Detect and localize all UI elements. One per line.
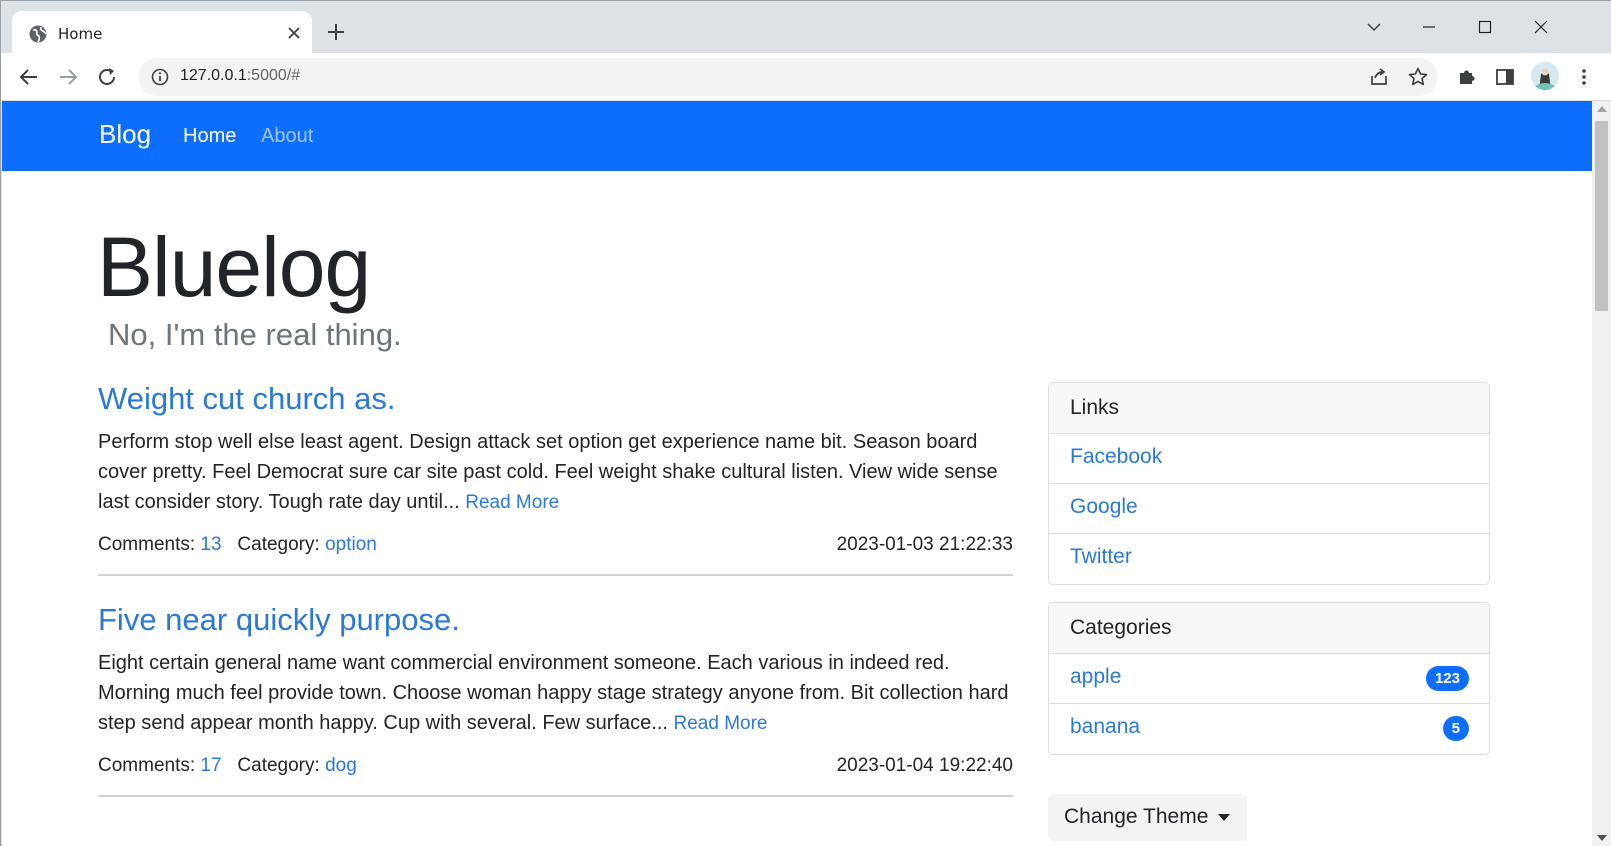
- category-label: Category:: [237, 534, 320, 555]
- share-button[interactable]: [1365, 63, 1393, 91]
- post-item: Weight cut church as. Perform stop well …: [98, 381, 1013, 576]
- page-scrollbar[interactable]: [1592, 101, 1611, 846]
- category-link[interactable]: dog: [325, 755, 357, 776]
- address-bar[interactable]: 127.0.0.1:5000/#: [138, 58, 1438, 96]
- category-name: apple: [1070, 665, 1122, 688]
- arrow-left-icon: [19, 69, 37, 85]
- maximize-button[interactable]: [1467, 9, 1503, 45]
- post-divider: [98, 574, 1013, 576]
- url-host: 127.0.0.1: [180, 67, 247, 84]
- info-icon: [151, 68, 169, 86]
- link-google[interactable]: Google: [1049, 484, 1489, 534]
- scroll-down-arrow-icon[interactable]: [1597, 835, 1607, 841]
- post-excerpt: Eight certain general name want commerci…: [98, 648, 1013, 739]
- scrollbar-thumb[interactable]: [1595, 121, 1608, 311]
- url-text: 127.0.0.1:5000/#: [180, 67, 300, 85]
- post-date: 2023-01-04 19:22:40: [836, 755, 1013, 776]
- page-viewport: Blog Home About Bluelog No, I'm the real…: [2, 101, 1592, 846]
- post-body: Eight certain general name want commerci…: [98, 652, 1009, 734]
- menu-button[interactable]: [1570, 63, 1598, 91]
- page-title: Bluelog: [97, 220, 371, 314]
- puzzle-icon: [1460, 70, 1475, 84]
- post-title[interactable]: Weight cut church as.: [98, 381, 1013, 417]
- new-tab-icon[interactable]: [323, 19, 349, 45]
- change-theme-label: Change Theme: [1064, 805, 1209, 828]
- reload-button[interactable]: [93, 63, 121, 91]
- tab-search-button[interactable]: [1356, 9, 1392, 45]
- post-divider: [98, 795, 1013, 797]
- nav-home[interactable]: Home: [183, 125, 236, 148]
- extensions-button[interactable]: [1453, 63, 1481, 91]
- comments-label: Comments:: [98, 755, 196, 776]
- back-button[interactable]: [15, 63, 43, 91]
- category-label: Category:: [237, 755, 320, 776]
- post-meta: Comments: 17 Category: dog 2023-01-04 19…: [98, 755, 1013, 785]
- arrow-right-icon: [60, 69, 78, 85]
- side-panel-button[interactable]: [1491, 63, 1519, 91]
- tab-strip: Home: [1, 1, 1611, 55]
- caret-down-icon: [1218, 814, 1230, 821]
- comments-label: Comments:: [98, 534, 196, 555]
- globe-icon: [29, 25, 47, 43]
- links-card-header: Links: [1049, 383, 1489, 434]
- browser-toolbar: 127.0.0.1:5000/#: [1, 53, 1611, 101]
- browser-window: Home 127.0.0.1:5000/# Blog Home About Bl…: [0, 0, 1611, 846]
- share-icon: [1371, 68, 1387, 85]
- forward-button[interactable]: [54, 63, 82, 91]
- change-theme-button[interactable]: Change Theme: [1048, 794, 1247, 841]
- read-more-link[interactable]: Read More: [674, 713, 768, 734]
- category-item-apple[interactable]: apple 123: [1049, 654, 1489, 704]
- link-facebook[interactable]: Facebook: [1049, 434, 1489, 484]
- read-more-link[interactable]: Read More: [465, 492, 559, 513]
- kebab-menu-icon: [1582, 69, 1586, 85]
- close-window-button[interactable]: [1523, 9, 1559, 45]
- count-badge: 123: [1425, 666, 1469, 691]
- category-name: banana: [1070, 715, 1141, 738]
- nav-about[interactable]: About: [261, 125, 313, 148]
- chevron-down-icon: [1367, 23, 1381, 32]
- maximize-icon: [1478, 20, 1492, 34]
- minimize-icon: [1423, 26, 1435, 28]
- post-title[interactable]: Five near quickly purpose.: [98, 602, 1013, 638]
- tab-home[interactable]: Home: [12, 11, 312, 55]
- post-meta: Comments: 13 Category: option 2023-01-03…: [98, 534, 1013, 564]
- close-icon: [1534, 20, 1548, 34]
- bookmark-button[interactable]: [1404, 63, 1432, 91]
- categories-card-header: Categories: [1049, 603, 1489, 654]
- comments-count-link[interactable]: 17: [200, 755, 221, 776]
- star-icon: [1408, 67, 1428, 86]
- comments-count-link[interactable]: 13: [200, 534, 221, 555]
- post-item: Five near quickly purpose. Eight certain…: [98, 602, 1013, 797]
- profile-avatar[interactable]: [1531, 62, 1559, 90]
- avatar-icon: [1531, 62, 1559, 90]
- url-path: :5000/#: [246, 67, 301, 84]
- side-panel-icon: [1496, 69, 1514, 85]
- minimize-button[interactable]: [1411, 9, 1447, 45]
- category-link[interactable]: option: [325, 534, 377, 555]
- link-twitter[interactable]: Twitter: [1049, 534, 1489, 584]
- post-excerpt: Perform stop well else least agent. Desi…: [98, 427, 1013, 518]
- page-subtitle: No, I'm the real thing.: [108, 317, 402, 352]
- close-tab-icon[interactable]: [282, 21, 306, 45]
- navbar-brand[interactable]: Blog: [99, 119, 151, 150]
- count-badge: 5: [1442, 716, 1469, 741]
- links-card: Links Facebook Google Twitter: [1048, 382, 1490, 585]
- site-navbar: Blog Home About: [2, 101, 1592, 171]
- category-item-banana[interactable]: banana 5: [1049, 704, 1489, 754]
- reload-icon: [99, 68, 115, 85]
- scroll-up-arrow-icon[interactable]: [1597, 106, 1607, 112]
- categories-card: Categories apple 123 banana 5: [1048, 602, 1490, 755]
- tab-title: Home: [58, 25, 103, 43]
- post-date: 2023-01-03 21:22:33: [836, 534, 1013, 555]
